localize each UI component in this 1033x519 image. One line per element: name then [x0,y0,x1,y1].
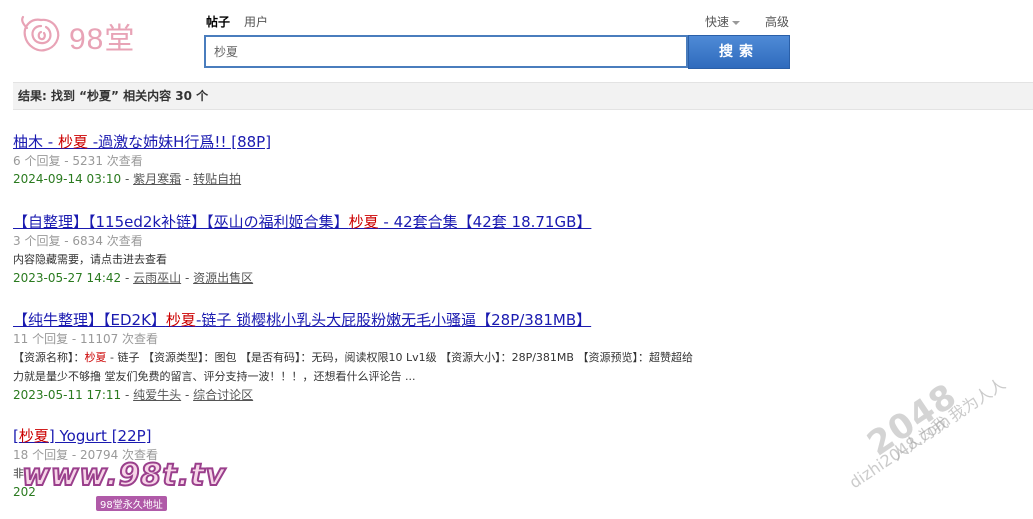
advanced-search-link[interactable]: 高级 [765,13,789,30]
result-item: 【纯牛整理】【ED2K】杪夏-链子 锁樱桃小乳头大屁股粉嫩无毛小骚逼【28P/3… [13,310,803,426]
title-text: 柚木 - [13,133,58,151]
tab-users[interactable]: 用户 [244,13,268,30]
watermark-2048: 2048 人人为我 我为人人 dizhi2048.com [845,368,1033,498]
result-stats: 3 个回复 - 6834 次查看 [13,234,143,248]
title-text: -链子 锁樱桃小乳头大屁股粉嫩无毛小骚逼【28P/381MB】 [195,311,592,329]
post-date: 202 [13,485,36,499]
snippet-highlight: 杪夏 [84,351,107,364]
search-box [204,35,688,68]
tab-posts[interactable]: 帖子 [206,13,230,30]
snippet-text: - 链子 【资源类型】：图包 【是否有码】：无码，阅读权限10 Lv1级 【资源… [106,351,693,364]
result-item: 柚木 - 杪夏 -過激な姉妹H行爲!! [88P] 6 个回复 - 5231 次… [13,132,803,212]
title-highlight: 杪夏 [348,213,379,231]
result-title-link[interactable]: [杪夏] Yogurt [22P] [13,426,152,446]
title-highlight: 杪夏 [18,427,49,445]
result-title-link[interactable]: 柚木 - 杪夏 -過激な姉妹H行爲!! [88P] [13,132,271,152]
result-item: 【自整理】【115ed2k补链】【巫山の福利姬合集】杪夏 - 42套合集【42套… [13,212,803,310]
result-stats: 11 个回复 - 11107 次查看 [13,332,159,346]
logo-text: 98堂 [69,23,136,56]
result-snippet: 内容隐藏需要，请点击进去查看 [13,253,167,266]
result-list: 柚木 - 杪夏 -過激な姉妹H行爲!! [88P] 6 个回复 - 5231 次… [13,132,803,501]
title-highlight: 杪夏 [165,311,196,329]
search-options: 快速 高级 [705,13,789,30]
search-input[interactable] [206,37,686,66]
result-stats: 18 个回复 - 20794 次查看 [13,448,159,462]
result-info: 2023-05-11 17:11 - 纯爱牛头 - 综合讨论区 [13,388,254,402]
result-stats: 6 个回复 - 5231 次查看 [13,154,143,168]
result-title-link[interactable]: 【纯牛整理】【ED2K】杪夏-链子 锁樱桃小乳头大屁股粉嫩无毛小骚逼【28P/3… [13,310,591,330]
result-summary: 结果: 找到 “杪夏” 相关内容 30 个 [13,82,1033,110]
title-text: 【自整理】【115ed2k补链】【巫山の福利姬合集】 [13,213,349,231]
quick-search-label: 快速 [705,15,730,29]
post-date: 2023-05-11 17:11 [13,388,122,402]
forum-link[interactable]: 综合讨论区 [193,388,253,402]
snippet-text: 力就是量少不够撸 堂友们免费的留言、评分支持一波！！！，还想看什么评论告 ... [13,370,416,383]
title-text: - 42套合集【42套 18.71GB】 [378,213,592,231]
result-item: [杪夏] Yogurt [22P] 18 个回复 - 20794 次查看 非 2… [13,426,803,501]
title-text: -過激な姉妹H行爲!! [88P] [87,133,272,151]
chevron-down-icon [732,20,741,25]
snippet-text: 【资源名称】： [13,351,85,364]
author-link[interactable]: 紫月寒霜 [133,172,181,186]
result-snippet: 非 [13,467,24,480]
watermark-big-text: 2048 [860,375,965,465]
forum-link[interactable]: 转贴自拍 [193,172,241,186]
author-link[interactable]: 纯爱牛头 [133,388,181,402]
watermark-slogan: 人人为我 我为人人 [887,374,1009,465]
title-text: ] Yogurt [22P] [48,427,152,445]
forum-link[interactable]: 资源出售区 [193,271,253,285]
site-logo[interactable]: 98堂 [17,12,137,60]
title-text: 【纯牛整理】【ED2K】 [13,311,166,329]
title-highlight: 杪夏 [57,133,88,151]
result-info: 202 [13,483,803,501]
quick-search-dropdown[interactable]: 快速 [705,13,741,30]
result-title-link[interactable]: 【自整理】【115ed2k补链】【巫山の福利姬合集】杪夏 - 42套合集【42套… [13,212,591,232]
search-button[interactable]: 搜索 [688,35,790,69]
result-snippet: 【资源名称】：杪夏 - 链子 【资源类型】：图包 【是否有码】：无码，阅读权限1… [13,348,803,386]
result-info: 2024-09-14 03:10 - 紫月寒霜 - 转贴自拍 [13,172,242,186]
rose-logo-icon [21,15,60,52]
post-date: 2023-05-27 14:42 [13,271,122,285]
author-link[interactable]: 云雨巫山 [133,271,181,285]
search-type-tabs: 帖子 用户 [206,13,268,30]
post-date: 2024-09-14 03:10 [13,172,122,186]
result-info: 2023-05-27 14:42 - 云雨巫山 - 资源出售区 [13,271,254,285]
watermark-domain: dizhi2048.com [845,410,954,493]
